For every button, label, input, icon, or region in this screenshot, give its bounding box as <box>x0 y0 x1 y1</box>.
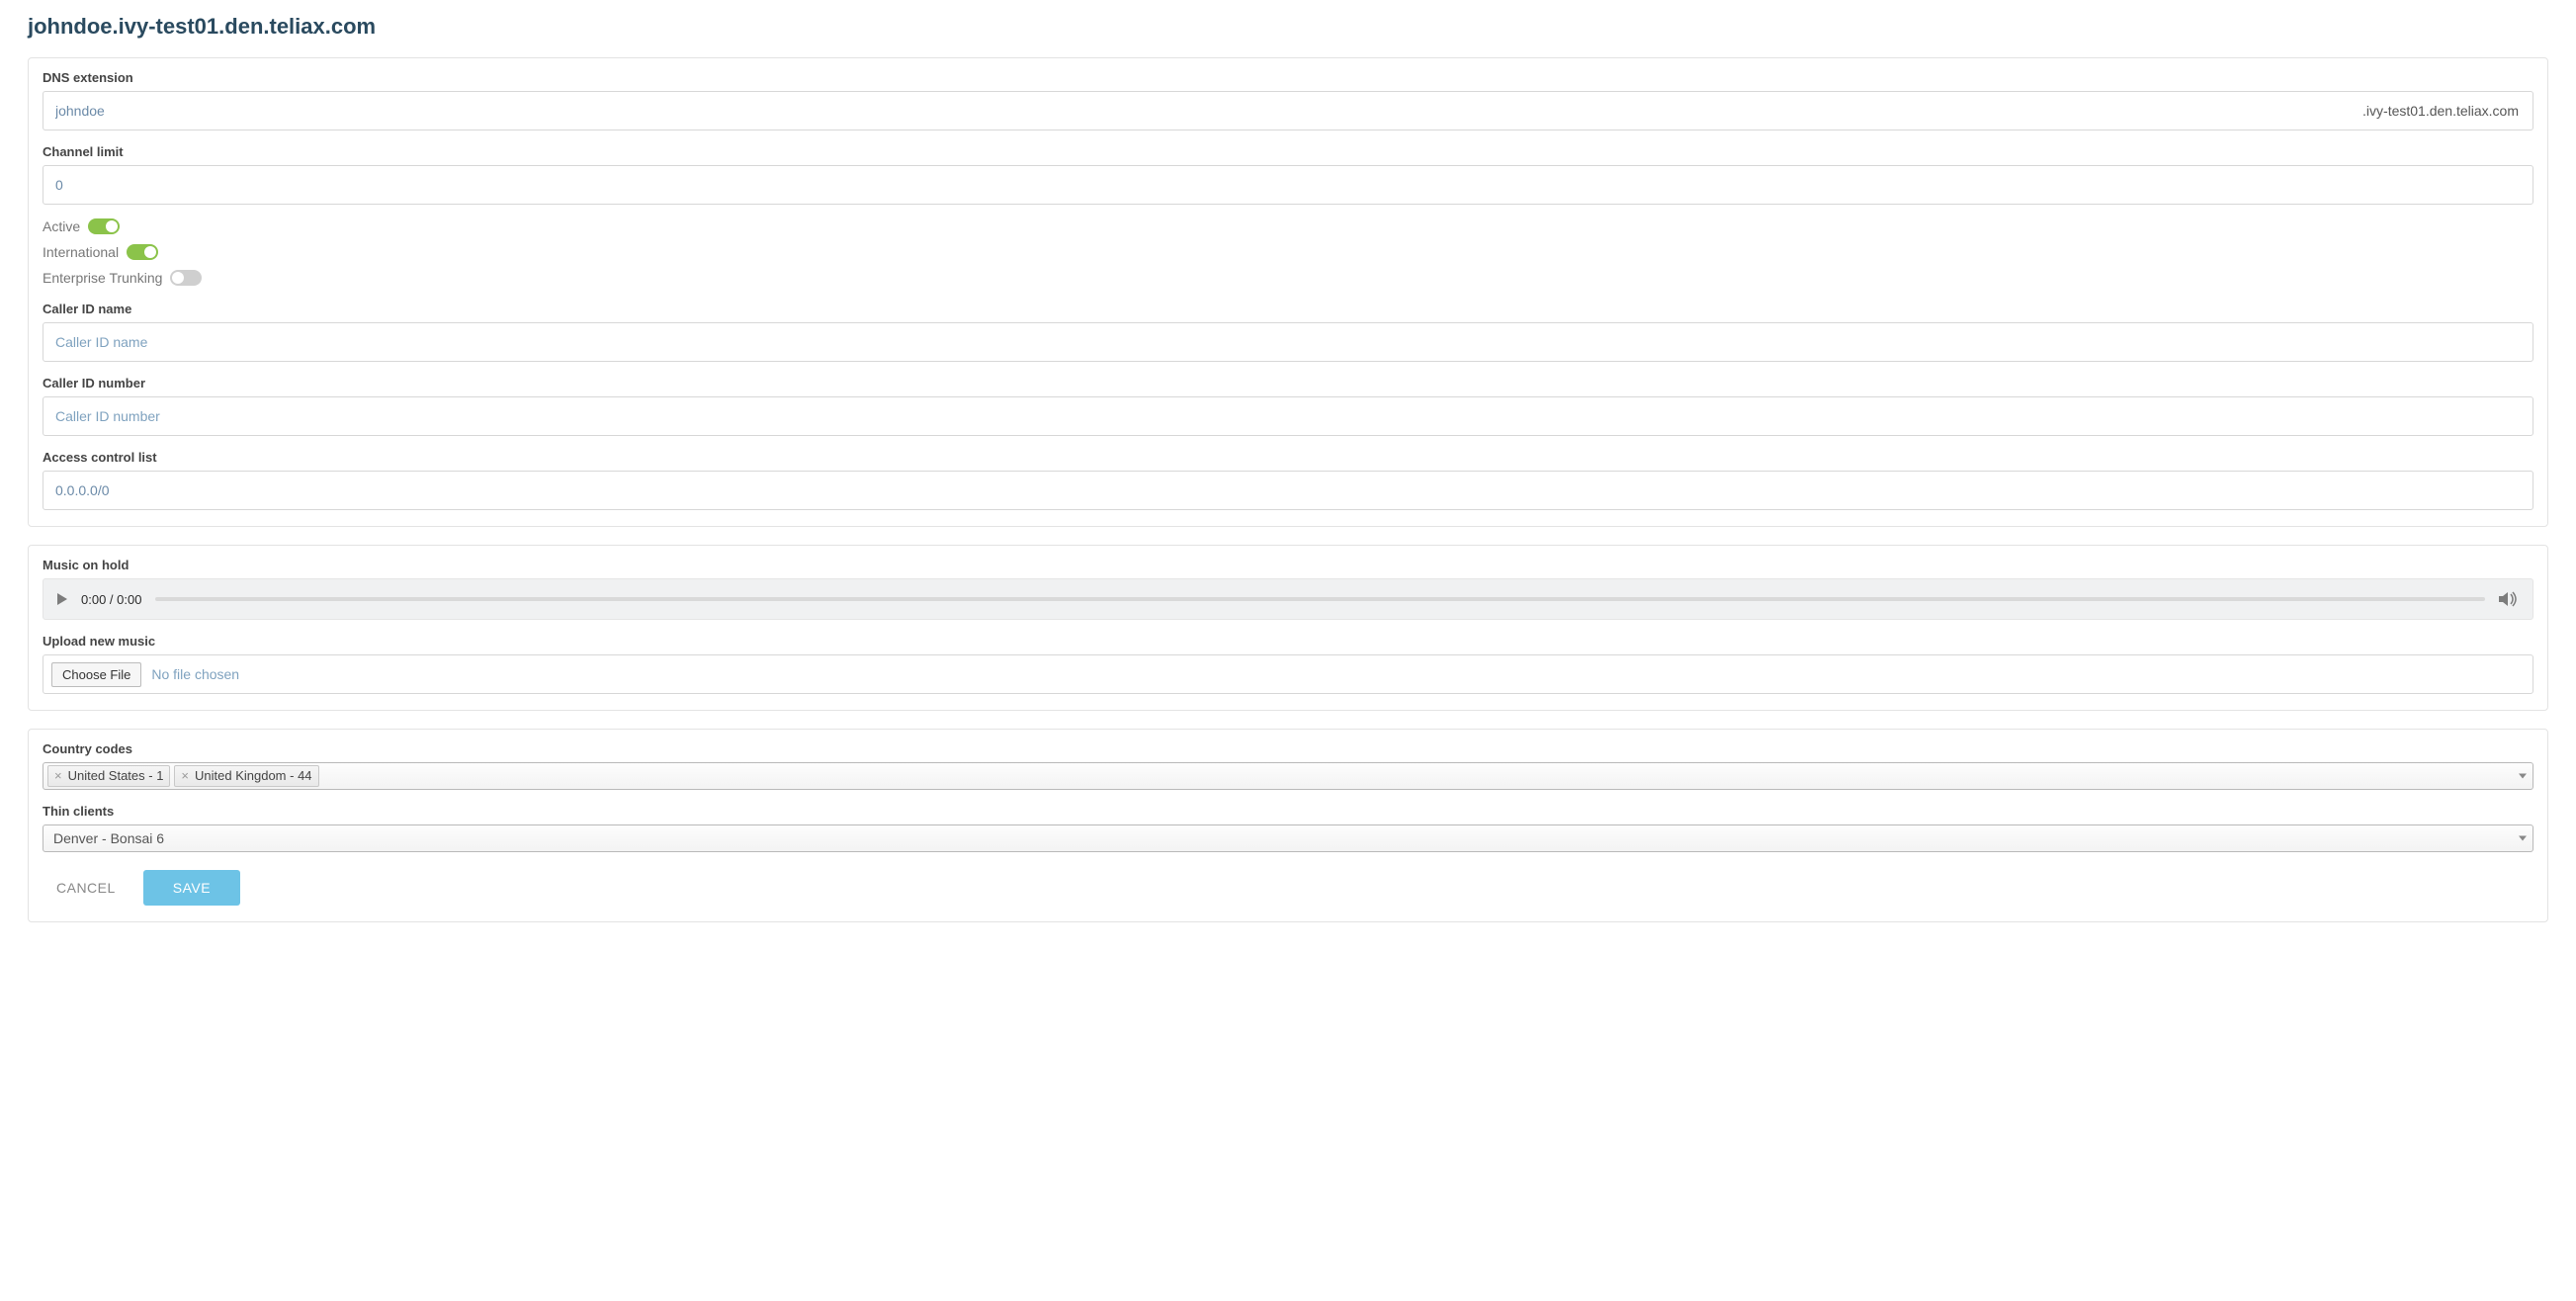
settings-panel: DNS extension .ivy-test01.den.teliax.com… <box>28 57 2548 527</box>
caller-id-name-input[interactable] <box>43 322 2533 362</box>
country-tag: × United Kingdom - 44 <box>174 765 318 787</box>
country-tag-label: United Kingdom - 44 <box>195 767 312 785</box>
chevron-down-icon <box>2519 836 2527 841</box>
enterprise-toggle-label: Enterprise Trunking <box>43 270 162 286</box>
country-panel: Country codes × United States - 1 × Unit… <box>28 729 2548 922</box>
volume-icon[interactable] <box>2499 591 2519 607</box>
country-tag-label: United States - 1 <box>68 767 164 785</box>
country-codes-label: Country codes <box>43 741 2533 756</box>
thin-clients-select[interactable]: Denver - Bonsai 6 <box>43 824 2533 852</box>
save-button[interactable]: SAVE <box>143 870 240 906</box>
caller-id-number-label: Caller ID number <box>43 376 2533 390</box>
remove-tag-icon[interactable]: × <box>54 767 64 785</box>
thin-clients-label: Thin clients <box>43 804 2533 819</box>
caller-id-number-input[interactable] <box>43 396 2533 436</box>
international-toggle-label: International <box>43 244 119 260</box>
active-toggle[interactable] <box>88 218 120 234</box>
dns-suffix: .ivy-test01.den.teliax.com <box>2349 91 2533 130</box>
play-icon[interactable] <box>57 593 67 605</box>
audio-player: 0:00 / 0:00 <box>43 578 2533 620</box>
audio-track[interactable] <box>155 597 2485 601</box>
remove-tag-icon[interactable]: × <box>181 767 191 785</box>
file-status: No file chosen <box>151 666 239 682</box>
upload-music-label: Upload new music <box>43 634 2533 649</box>
dns-extension-label: DNS extension <box>43 70 2533 85</box>
dns-extension-input[interactable] <box>43 91 2349 130</box>
active-toggle-label: Active <box>43 218 80 234</box>
acl-label: Access control list <box>43 450 2533 465</box>
caller-id-name-label: Caller ID name <box>43 302 2533 316</box>
international-toggle[interactable] <box>127 244 158 260</box>
music-panel: Music on hold 0:00 / 0:00 Upload new mus… <box>28 545 2548 711</box>
choose-file-button[interactable]: Choose File <box>51 662 141 687</box>
music-on-hold-label: Music on hold <box>43 558 2533 572</box>
thin-client-selected: Denver - Bonsai 6 <box>53 830 164 846</box>
channel-limit-label: Channel limit <box>43 144 2533 159</box>
audio-time: 0:00 / 0:00 <box>81 592 141 607</box>
enterprise-trunking-toggle[interactable] <box>170 270 202 286</box>
file-input-row: Choose File No file chosen <box>43 654 2533 694</box>
chevron-down-icon <box>2519 774 2527 779</box>
country-tag: × United States - 1 <box>47 765 170 787</box>
page-title: johndoe.ivy-test01.den.teliax.com <box>28 14 2548 40</box>
cancel-button[interactable]: CANCEL <box>56 880 116 896</box>
acl-input[interactable] <box>43 471 2533 510</box>
channel-limit-input[interactable] <box>43 165 2533 205</box>
country-codes-select[interactable]: × United States - 1 × United Kingdom - 4… <box>43 762 2533 790</box>
